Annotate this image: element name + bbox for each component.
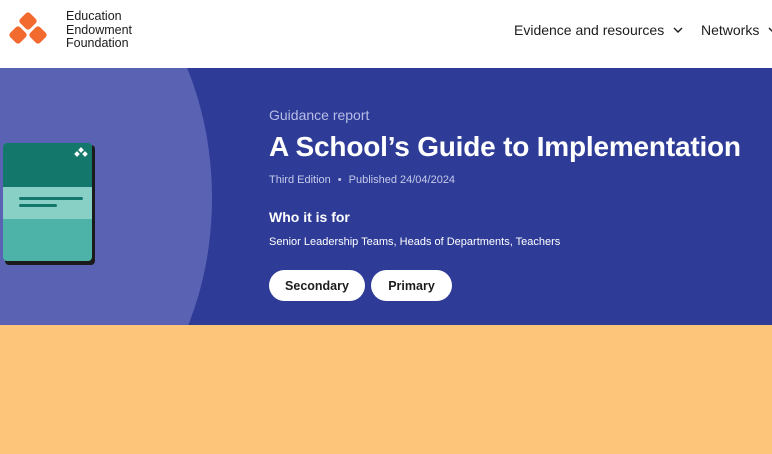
site-header: Education Endowment Foundation Evidence … [0,0,772,68]
audience-heading: Who it is for [269,209,350,225]
nav-networks[interactable]: Networks [701,22,772,38]
page-title: A School’s Guide to Implementation [269,131,741,162]
report-meta: Third Edition • Published 24/04/2024 [269,174,455,186]
tag-primary-button[interactable]: Primary [371,270,452,301]
edition-label: Third Edition [269,174,331,186]
chevron-down-icon [768,27,772,32]
eef-logo-icon[interactable] [8,10,60,50]
logo-line: Foundation [66,36,129,50]
report-type-label: Guidance report [269,107,370,123]
chevron-down-icon [673,27,683,33]
meta-separator: • [337,174,342,186]
nav-evidence-and-resources[interactable]: Evidence and resources [514,22,683,38]
guidance-report-cover-icon [3,143,95,265]
logo-line: Endowment [66,22,133,37]
logo-line: Education [66,9,122,23]
hero-banner: Guidance report A School’s Guide to Impl… [0,68,772,325]
tag-label: Primary [388,278,435,293]
nav-label: Evidence and resources [514,22,665,38]
logo-wordmark[interactable]: Education Endowment Foundation [66,9,133,51]
audience-text: Senior Leadership Teams, Heads of Depart… [269,236,561,248]
tag-label: Secondary [285,278,349,293]
tag-secondary-button[interactable]: Secondary [269,270,365,301]
nav-label: Networks [701,22,760,38]
published-date: Published 24/04/2024 [348,174,456,186]
